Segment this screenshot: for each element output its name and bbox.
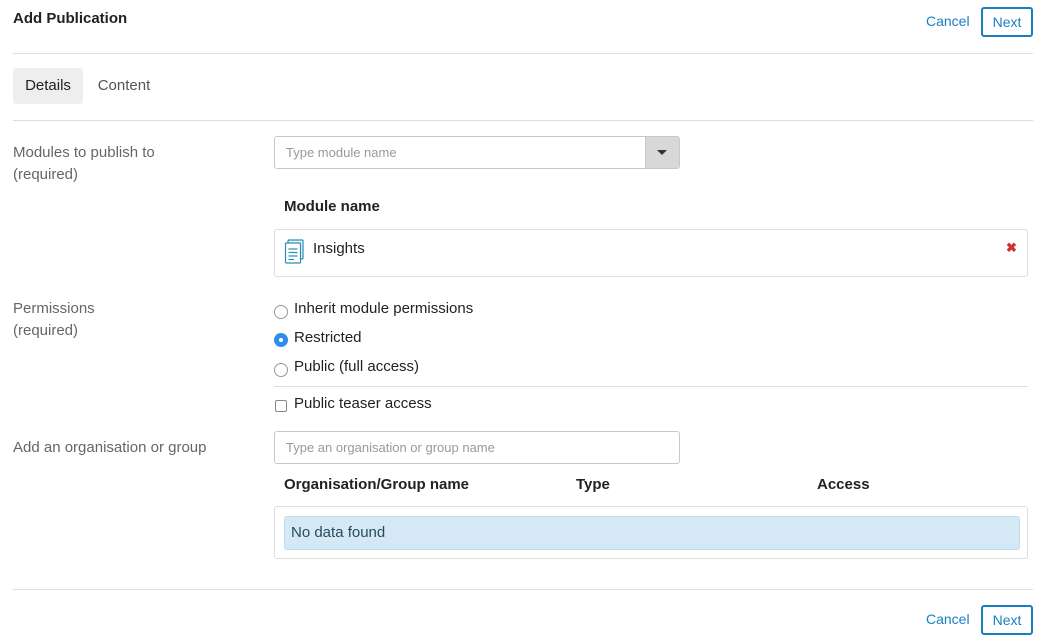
permissions-label-text: Permissions [13, 300, 95, 317]
organisation-table: No data found [274, 506, 1028, 559]
empty-state-message: No data found [284, 516, 1020, 550]
next-button[interactable]: Next [981, 7, 1033, 37]
cancel-button[interactable]: Cancel [926, 13, 970, 29]
module-dropdown-button[interactable] [645, 137, 679, 168]
tab-details[interactable]: Details [13, 68, 83, 104]
module-name-header: Module name [284, 198, 380, 215]
organisation-input[interactable]: Type an organisation or group name [274, 431, 680, 464]
radio-public[interactable] [274, 363, 288, 377]
module-list-item: Insights ✖ [274, 229, 1028, 277]
tab-content[interactable]: Content [89, 68, 159, 104]
permissions-divider [274, 386, 1028, 387]
radio-public-label[interactable]: Public (full access) [294, 358, 419, 375]
footer-divider [13, 589, 1033, 590]
radio-restricted-label[interactable]: Restricted [294, 329, 362, 346]
org-name-column-header: Organisation/Group name [284, 476, 470, 493]
radio-restricted[interactable] [274, 333, 288, 347]
access-column-header: Access [817, 476, 870, 493]
footer-next-button[interactable]: Next [981, 605, 1033, 635]
document-icon [284, 239, 306, 265]
radio-inherit[interactable] [274, 305, 288, 319]
tabs-divider [13, 120, 1033, 121]
radio-inherit-label[interactable]: Inherit module permissions [294, 300, 473, 317]
chevron-down-icon [657, 150, 667, 155]
remove-icon[interactable]: ✖ [1006, 240, 1017, 256]
organisation-label: Add an organisation or group [13, 439, 207, 456]
page-title: Add Publication [13, 10, 128, 27]
module-input-placeholder: Type module name [286, 145, 397, 160]
teaser-checkbox[interactable] [275, 400, 287, 412]
permissions-label: Permissions (required) [13, 298, 95, 342]
footer-cancel-button[interactable]: Cancel [926, 611, 970, 627]
teaser-checkbox-label[interactable]: Public teaser access [294, 395, 432, 412]
modules-label-text: Modules to publish to [13, 144, 155, 161]
permissions-required-text: (required) [13, 322, 79, 339]
module-name-input[interactable]: Type module name [274, 136, 680, 169]
type-column-header: Type [576, 476, 610, 493]
modules-required-text: (required) [13, 166, 79, 183]
organisation-input-placeholder: Type an organisation or group name [286, 440, 495, 455]
header-divider [13, 53, 1033, 54]
module-item-name: Insights [313, 240, 365, 257]
modules-label: Modules to publish to (required) [13, 142, 155, 186]
